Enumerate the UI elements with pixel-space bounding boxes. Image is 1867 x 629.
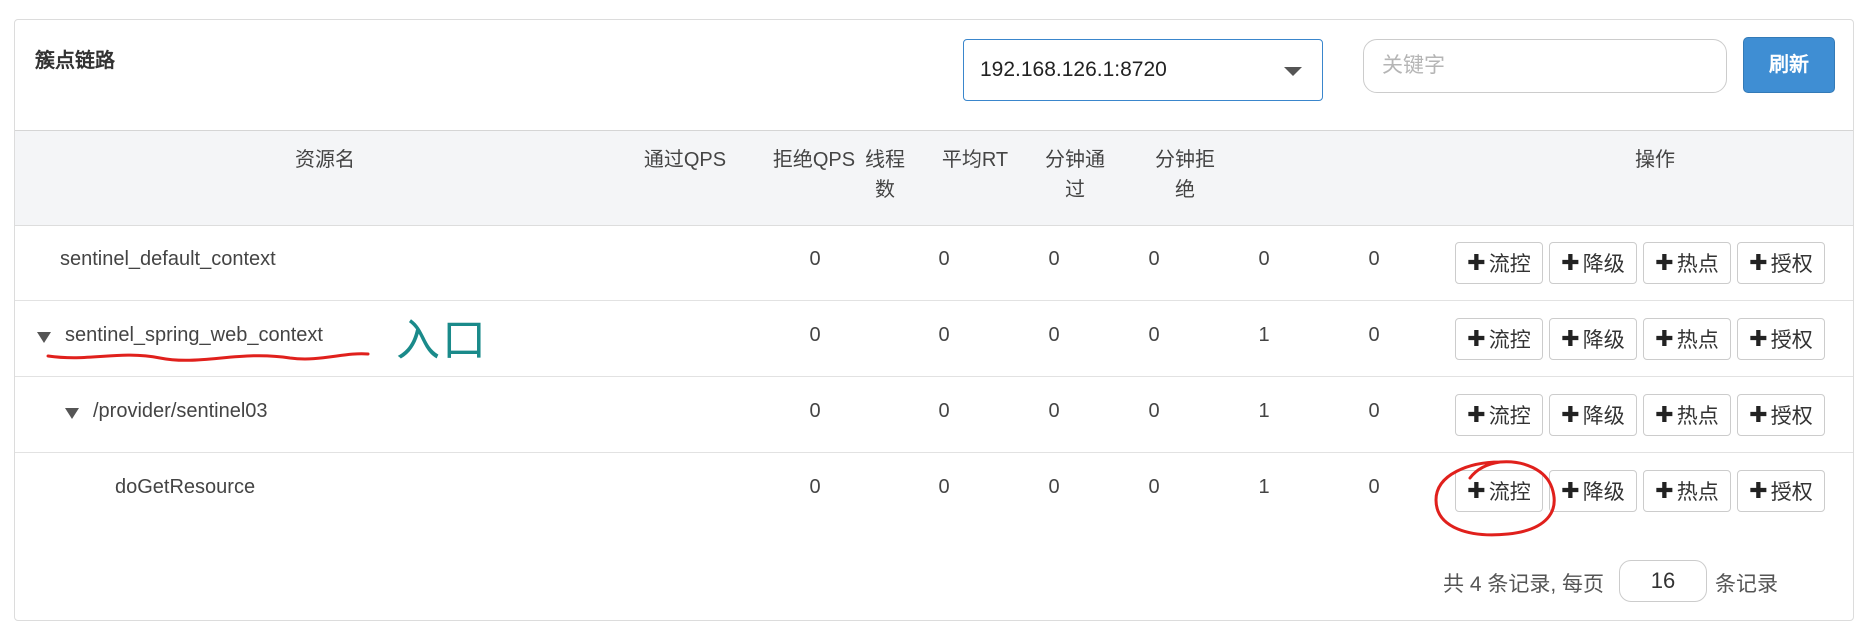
- cell-pass-qps: 0: [809, 324, 821, 346]
- add-degrade-rule-button[interactable]: ✚ 降级: [1549, 394, 1637, 436]
- cell-threads: 0: [1048, 476, 1060, 498]
- plus-icon: ✚: [1655, 478, 1674, 503]
- machine-select[interactable]: 192.168.126.1:8720: [963, 39, 1323, 101]
- plus-icon: ✚: [1749, 478, 1768, 503]
- plus-icon: ✚: [1467, 478, 1486, 503]
- add-degrade-rule-button[interactable]: ✚ 降级: [1549, 242, 1637, 284]
- plus-icon: ✚: [1749, 326, 1768, 351]
- plus-icon: ✚: [1749, 250, 1768, 275]
- plus-icon: ✚: [1655, 402, 1674, 427]
- pagination-suffix: 条记录: [1715, 573, 1778, 596]
- cell-threads: 0: [1048, 248, 1060, 270]
- plus-icon: ✚: [1561, 402, 1580, 427]
- chevron-down-icon: [1284, 67, 1302, 76]
- cell-minute-pass: 0: [1258, 248, 1270, 270]
- cell-minute-pass: 1: [1258, 324, 1270, 346]
- cell-avg-rt: 0: [1148, 324, 1160, 346]
- add-auth-rule-button[interactable]: ✚ 授权: [1737, 242, 1825, 284]
- col-avg-rt: 平均RT: [941, 149, 1009, 171]
- cell-block-qps: 0: [938, 248, 950, 270]
- plus-icon: ✚: [1467, 402, 1486, 427]
- add-flow-rule-button[interactable]: ✚ 流控: [1455, 318, 1543, 360]
- resource-name: sentinel_default_context: [60, 248, 276, 270]
- annotation-entry-label: 入口: [396, 315, 488, 366]
- add-auth-rule-button[interactable]: ✚ 授权: [1737, 470, 1825, 512]
- col-threads: 线程 数: [865, 149, 905, 201]
- plus-icon: ✚: [1655, 326, 1674, 351]
- cell-minute-block: 0: [1368, 400, 1380, 422]
- collapse-toggle-icon[interactable]: [65, 408, 79, 419]
- machine-select-value: 192.168.126.1:8720: [980, 58, 1167, 81]
- add-auth-rule-button[interactable]: ✚ 授权: [1737, 318, 1825, 360]
- keyword-search-input[interactable]: [1363, 39, 1727, 93]
- cell-minute-block: 0: [1368, 248, 1380, 270]
- cell-threads: 0: [1048, 324, 1060, 346]
- table-row: doGetResource 0 0 0 0 1 0 ✚ 流控 ✚ 降级 ✚ 热点 ✚ 授…: [15, 454, 1853, 529]
- table-row: sentinel_spring_web_context 0 0 0 0 1 0 …: [15, 302, 1853, 377]
- cell-minute-pass: 1: [1258, 476, 1270, 498]
- cluster-link-panel: 簇点链路 192.168.126.1:8720 刷新 资源名 通过QPS 拒绝Q…: [14, 19, 1854, 621]
- page-title: 簇点链路: [35, 50, 115, 72]
- cell-minute-block: 0: [1368, 324, 1380, 346]
- add-degrade-rule-button[interactable]: ✚ 降级: [1549, 470, 1637, 512]
- add-degrade-rule-button[interactable]: ✚ 降级: [1549, 318, 1637, 360]
- refresh-button[interactable]: 刷新: [1743, 37, 1835, 93]
- resource-name: /provider/sentinel03: [93, 400, 268, 422]
- add-hotspot-rule-button[interactable]: ✚ 热点: [1643, 242, 1731, 284]
- add-flow-rule-button[interactable]: ✚ 流控: [1455, 394, 1543, 436]
- add-auth-rule-button[interactable]: ✚ 授权: [1737, 394, 1825, 436]
- cell-minute-block: 0: [1368, 476, 1380, 498]
- cell-avg-rt: 0: [1148, 476, 1160, 498]
- plus-icon: ✚: [1467, 250, 1486, 275]
- collapse-toggle-icon[interactable]: [37, 332, 51, 343]
- col-resource: 资源名: [295, 149, 355, 171]
- add-hotspot-rule-button[interactable]: ✚ 热点: [1643, 318, 1731, 360]
- add-hotspot-rule-button[interactable]: ✚ 热点: [1643, 470, 1731, 512]
- col-pass-qps: 通过QPS: [643, 149, 727, 171]
- plus-icon: ✚: [1561, 250, 1580, 275]
- table-row: sentinel_default_context 0 0 0 0 0 0 ✚ 流控…: [15, 226, 1853, 301]
- add-flow-rule-button[interactable]: ✚ 流控: [1455, 470, 1543, 512]
- cell-avg-rt: 0: [1148, 248, 1160, 270]
- cell-pass-qps: 0: [809, 400, 821, 422]
- cell-pass-qps: 0: [809, 248, 821, 270]
- plus-icon: ✚: [1749, 402, 1768, 427]
- col-actions: 操作: [1635, 149, 1675, 171]
- cell-block-qps: 0: [938, 324, 950, 346]
- page-size-input[interactable]: [1619, 560, 1707, 602]
- cell-avg-rt: 0: [1148, 400, 1160, 422]
- cell-minute-pass: 1: [1258, 400, 1270, 422]
- resource-name: doGetResource: [115, 476, 256, 498]
- resource-name: sentinel_spring_web_context: [65, 324, 323, 346]
- cell-threads: 0: [1048, 400, 1060, 422]
- col-minute-block: 分钟拒 绝: [1155, 149, 1215, 201]
- cell-block-qps: 0: [938, 400, 950, 422]
- cell-pass-qps: 0: [809, 476, 821, 498]
- col-minute-pass: 分钟通 过: [1045, 149, 1105, 201]
- plus-icon: ✚: [1467, 326, 1486, 351]
- pagination-summary: 共 4 条记录, 每页: [1443, 573, 1605, 596]
- table-header: 资源名 通过QPS 拒绝QPS 线程 数 平均RT 分钟通 过 分钟拒 绝 操作: [15, 130, 1853, 226]
- add-hotspot-rule-button[interactable]: ✚ 热点: [1643, 394, 1731, 436]
- add-flow-rule-button[interactable]: ✚ 流控: [1455, 242, 1543, 284]
- table-row: /provider/sentinel03 0 0 0 0 1 0 ✚ 流控 ✚ 降级…: [15, 378, 1853, 453]
- plus-icon: ✚: [1561, 478, 1580, 503]
- plus-icon: ✚: [1655, 250, 1674, 275]
- plus-icon: ✚: [1561, 326, 1580, 351]
- cell-block-qps: 0: [938, 476, 950, 498]
